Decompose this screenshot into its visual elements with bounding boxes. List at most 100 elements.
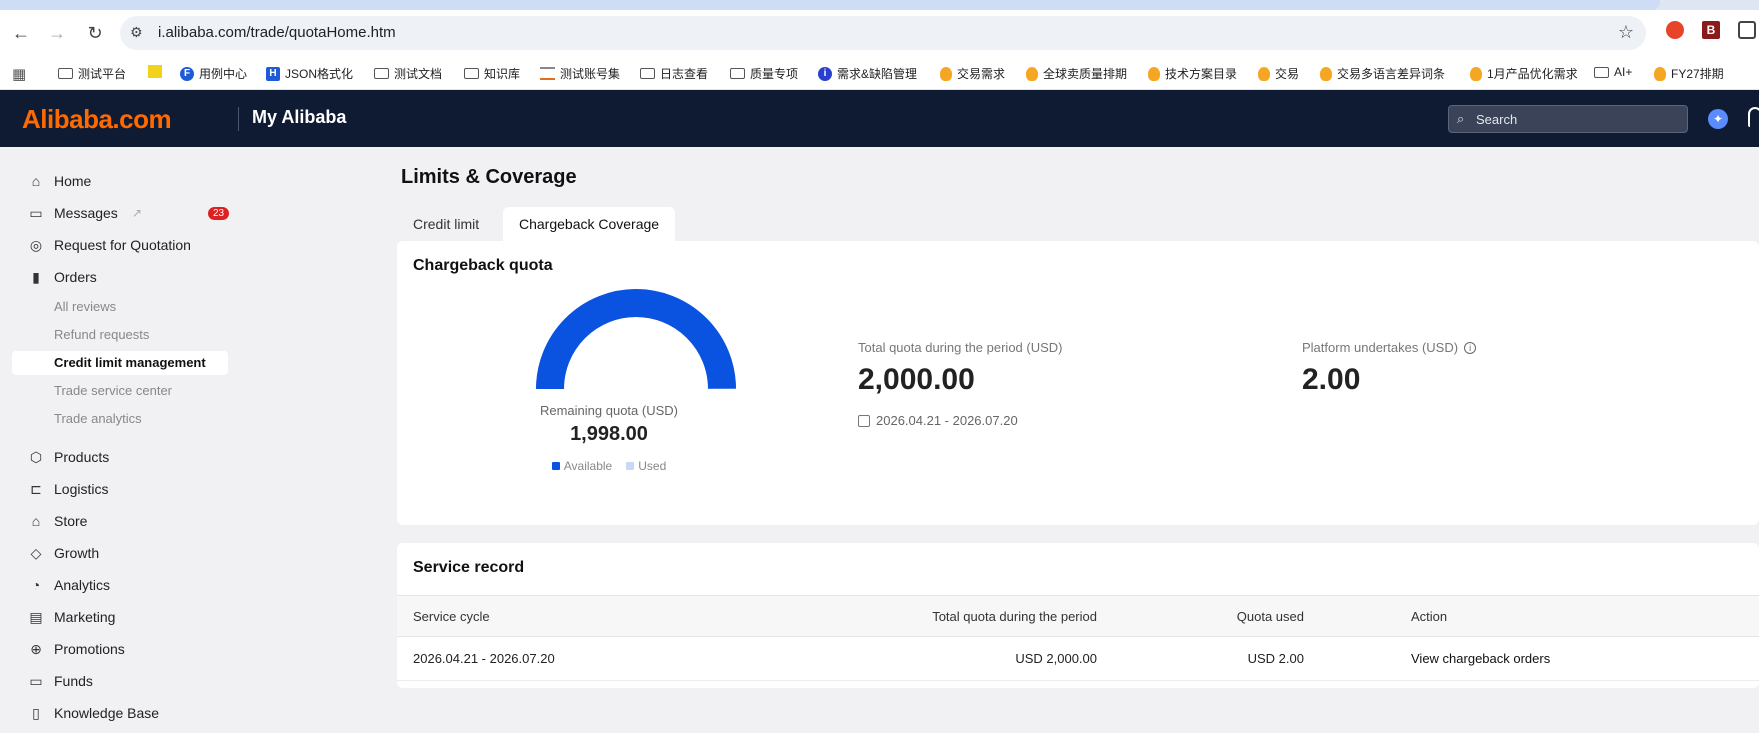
quota-period: 2026.04.21 - 2026.07.20 — [858, 413, 1018, 428]
sidebar-item-home[interactable]: ⌂ Home — [28, 170, 92, 192]
bookmark-item[interactable]: 技术方案目录 — [1148, 65, 1237, 82]
bookmark-item[interactable]: 日志查看 — [640, 65, 708, 82]
store-icon: ⌂ — [31, 513, 41, 529]
sidebar-item-products[interactable]: ⬡ Products — [28, 446, 109, 468]
view-chargeback-orders-link[interactable]: View chargeback orders — [1411, 651, 1550, 666]
tab-credit-limit[interactable]: Credit limit — [397, 207, 495, 241]
bookmark-item[interactable]: FY27排期 — [1654, 65, 1724, 82]
browser-toolbar: ← → ↻ ⚙ i.alibaba.com/trade/quotaHome.ht… — [0, 10, 1759, 56]
sidebar-item-knowledge-base[interactable]: ▯ Knowledge Base — [28, 702, 159, 724]
service-record-title: Service record — [413, 559, 525, 576]
bookmark-item[interactable]: 测试平台 — [58, 65, 126, 82]
sidebar-subitem-all-reviews[interactable]: All reviews — [54, 299, 116, 314]
wallet-icon: ▭ — [29, 672, 43, 689]
bookmark-item[interactable]: F 用例中心 — [180, 65, 247, 82]
cell-quota-used: USD 2.00 — [1247, 651, 1304, 666]
pie-chart-icon: ◔ — [31, 577, 41, 593]
sidebar-subitem-trade-service-center[interactable]: Trade service center — [54, 383, 172, 398]
ai-assistant-icon[interactable]: ✦ — [1708, 109, 1728, 129]
search-input[interactable]: ⌕ Search — [1448, 105, 1688, 133]
active-tab-accent — [0, 0, 1660, 10]
bookmark-item[interactable]: 全球卖质量排期 — [1026, 65, 1127, 82]
folder-icon — [730, 68, 745, 79]
folder-icon — [464, 68, 479, 79]
bookmark-item[interactable]: 交易多语言差异词条 — [1320, 65, 1445, 82]
info-icon[interactable]: i — [1464, 341, 1477, 354]
header-divider — [238, 107, 239, 131]
sidebar-item-rfq[interactable]: ◎ Request for Quotation — [28, 234, 191, 256]
cell-service-cycle: 2026.04.21 - 2026.07.20 — [413, 651, 555, 666]
sidebar-item-orders[interactable]: ▮ Orders — [28, 266, 97, 288]
bookmark-item[interactable]: 测试账号集 — [540, 65, 620, 82]
bookmark-item[interactable] — [148, 65, 162, 78]
column-header-quota-used: Quota used — [1236, 609, 1304, 624]
bookmark-favicon-icon: i — [818, 66, 832, 81]
forward-icon[interactable]: → — [46, 22, 68, 44]
bookmark-item[interactable]: 交易 — [1258, 65, 1299, 82]
chargeback-quota-title: Chargeback quota — [413, 257, 553, 274]
sidebar-item-logistics[interactable]: ⊏ Logistics — [28, 478, 108, 500]
folder-icon — [640, 68, 655, 79]
bookmark-item[interactable]: 交易需求 — [940, 65, 1005, 82]
legend-used-swatch — [626, 462, 635, 470]
bookmark-item[interactable]: H JSON格式化 — [266, 65, 353, 82]
notification-bell-icon[interactable] — [1748, 107, 1759, 127]
browser-tabstrip — [0, 0, 1759, 10]
flame-icon — [1654, 66, 1666, 81]
remaining-quota-label: Remaining quota (USD) — [539, 403, 678, 418]
extensions-puzzle-icon[interactable] — [1738, 21, 1756, 39]
site-settings-icon[interactable]: ⚙ — [130, 24, 148, 42]
platform-undertakes-value: 2.00 — [1302, 363, 1361, 396]
url-text[interactable]: i.alibaba.com/trade/quotaHome.htm — [158, 24, 396, 41]
bookmark-item[interactable]: i 需求&缺陷管理 — [818, 65, 917, 82]
bookmark-item[interactable]: 1月产品优化需求 — [1470, 65, 1578, 82]
alibaba-logo[interactable]: Alibaba.com — [22, 104, 172, 135]
reload-icon[interactable]: ↻ — [84, 22, 106, 44]
calendar-icon — [858, 414, 870, 427]
table-header: Service cycle Total quota during the per… — [397, 595, 1759, 637]
my-alibaba-title[interactable]: My Alibaba — [252, 107, 346, 128]
bookmark-item[interactable]: AI+ — [1594, 65, 1632, 79]
column-header-action: Action — [1411, 609, 1448, 624]
sidebar-subitem-credit-limit-management[interactable]: Credit limit management — [54, 355, 206, 370]
extension-icon[interactable] — [1666, 21, 1684, 39]
flame-icon — [1148, 66, 1160, 81]
sidebar-item-promotions[interactable]: ⊕ Promotions — [28, 638, 125, 660]
book-icon: ▯ — [32, 704, 40, 721]
bookmark-item[interactable]: 测试文档 — [374, 65, 442, 82]
search-placeholder: Search — [1476, 112, 1518, 127]
folder-icon — [1594, 66, 1609, 78]
rfq-icon: ◎ — [29, 236, 43, 253]
sidebar-item-marketing[interactable]: ▤ Marketing — [28, 606, 115, 628]
column-header-service-cycle: Service cycle — [413, 609, 490, 624]
sidebar-item-messages[interactable]: ▭ Messages ↗ 23 — [28, 202, 230, 224]
quota-gauge — [535, 289, 736, 390]
address-bar[interactable]: ⚙ i.alibaba.com/trade/quotaHome.htm ☆ — [120, 16, 1646, 50]
sidebar-item-analytics[interactable]: ◔ Analytics — [28, 574, 110, 596]
diamond-icon: ◇ — [30, 544, 42, 561]
search-icon: ⌕ — [1457, 111, 1465, 126]
orders-icon: ▮ — [32, 268, 40, 285]
sidebar-subitem-refund-requests[interactable]: Refund requests — [54, 327, 149, 342]
bookmark-item[interactable]: 知识库 — [464, 65, 520, 82]
sidebar-item-funds[interactable]: ▭ Funds — [28, 670, 93, 692]
gauge-available-arc — [535, 289, 736, 390]
legend-available-swatch — [551, 462, 560, 470]
sidebar-subitem-trade-analytics[interactable]: Trade analytics — [54, 411, 142, 426]
folder-icon — [58, 68, 73, 79]
back-icon[interactable]: ← — [10, 22, 32, 44]
bookmark-star-icon[interactable]: ☆ — [1618, 22, 1634, 43]
sidebar-item-store[interactable]: ⌂ Store — [28, 510, 88, 532]
extension-b-icon[interactable]: B — [1702, 21, 1720, 39]
bookmarks-bar: ▦ 测试平台 F 用例中心 H JSON格式化 测试文档 知识库 测试账号集 日志查… — [0, 56, 1759, 90]
bookmark-item[interactable]: 质量专项 — [730, 65, 798, 82]
messages-badge: 23 — [208, 206, 230, 220]
sidebar-item-growth[interactable]: ◇ Growth — [28, 542, 100, 564]
legend-available: Available — [551, 459, 612, 473]
page-title: Limits & Coverage — [401, 166, 577, 188]
external-link-icon: ↗ — [131, 206, 142, 220]
bookmark-favicon-icon: F — [180, 66, 194, 81]
tab-chargeback-coverage[interactable]: Chargeback Coverage — [503, 207, 676, 241]
flame-icon — [1320, 66, 1332, 81]
apps-grid-icon[interactable]: ▦ — [12, 65, 26, 83]
